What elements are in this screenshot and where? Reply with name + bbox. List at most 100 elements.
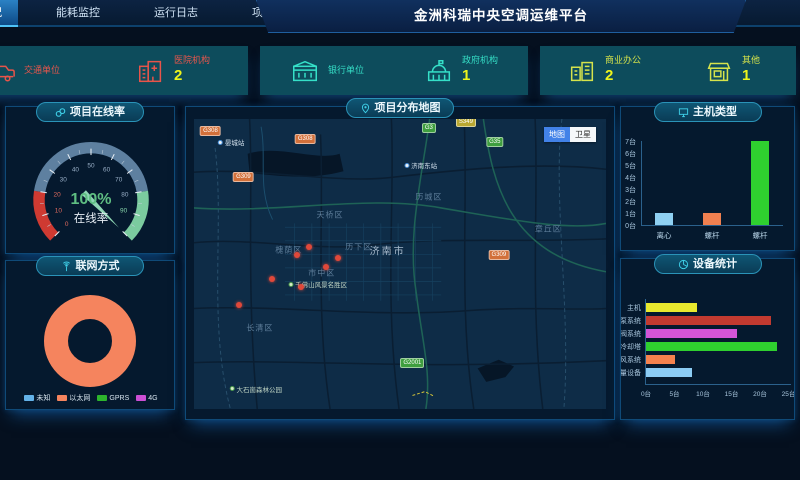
project-marker[interactable] (294, 252, 300, 258)
legend-item[interactable]: GPRS (97, 393, 129, 403)
district-label: 章丘区 (535, 224, 562, 235)
stat-value: 2 (605, 67, 641, 86)
legend-label: 未知 (36, 393, 50, 403)
stat-label: 银行单位 (328, 65, 364, 76)
x-tick-label: 5台 (667, 388, 683, 398)
satellite-button[interactable]: 卫星 (570, 127, 596, 142)
x-tick-label: 20台 (752, 388, 768, 398)
legend-swatch (57, 395, 67, 401)
x-axis (641, 225, 783, 226)
map-canvas[interactable]: 历城区天桥区槐荫区历下区市中区长清区章丘区济南市晏城站济南东站千佛山风景名胜区大… (194, 119, 606, 409)
district-label: 天桥区 (316, 209, 343, 220)
road-badge: G35 (486, 137, 503, 147)
svg-text:70: 70 (115, 177, 123, 184)
project-marker[interactable] (269, 276, 275, 282)
row-label: 风系统 (621, 355, 643, 364)
stat-label: 交通单位 (24, 65, 60, 76)
stat-card-0: 交通单位 医院机构2 (0, 46, 248, 95)
panel-title: 主机类型 (693, 103, 737, 122)
poi-label: 大石崮森林公园 (230, 384, 283, 394)
x-tick-label: 15台 (724, 388, 740, 398)
host-type-chart: 0台1台2台3台4台5台6台7台离心螺杆螺杆 (621, 107, 794, 250)
bank-icon (290, 57, 320, 85)
svg-text:50: 50 (87, 163, 95, 170)
nav-tab-2[interactable]: 运行日志 (138, 0, 214, 27)
legend-swatch (136, 395, 146, 401)
panel-network-header: 联网方式 (36, 256, 144, 276)
bar (646, 316, 771, 325)
project-marker[interactable] (298, 284, 304, 290)
bar (646, 329, 737, 338)
stat-card-2: 商业办公2 其他1 (540, 46, 796, 95)
y-tick-label: 7台 (621, 137, 638, 146)
road-badge: G3 (422, 123, 436, 133)
stat-value: 1 (462, 67, 498, 86)
x-axis (645, 384, 791, 385)
stat-text: 交通单位 (24, 65, 60, 76)
bar (646, 355, 675, 364)
legend-swatch (97, 395, 107, 401)
stat-item: 政府机构1 (394, 46, 528, 95)
road-badge: G308 (200, 126, 221, 136)
stat-item: 医院机构2 (98, 46, 248, 95)
road-badge: S349 (456, 119, 476, 127)
y-tick-label: 6台 (621, 149, 638, 158)
stat-label: 政府机构 (462, 55, 498, 66)
stat-value: 1 (742, 67, 760, 86)
map-button[interactable]: 地图 (544, 127, 570, 142)
map-overlay: 历城区天桥区槐荫区历下区市中区长清区章丘区济南市晏城站济南东站千佛山风景名胜区大… (194, 119, 606, 409)
poi-dot-icon (230, 386, 235, 391)
legend-item[interactable]: 未知 (24, 393, 50, 403)
antenna-icon (61, 261, 72, 272)
panel-project-map: 项目分布地图 (185, 106, 615, 420)
bar (646, 368, 692, 377)
government-icon (424, 57, 454, 85)
shop-icon (704, 57, 734, 85)
bar (646, 303, 697, 312)
page-title: 金洲科瑞中央空调运维平台 (414, 8, 588, 23)
nav-tab-1[interactable]: 能耗监控 (40, 0, 116, 27)
panel-device-header: 设备统计 (654, 254, 762, 274)
page-title-bar: 金洲科瑞中央空调运维平台 (256, 0, 746, 33)
bar (703, 213, 721, 225)
location-icon (360, 103, 371, 114)
stat-item: 交通单位 (0, 46, 98, 95)
x-category-label: 离心 (644, 230, 684, 241)
y-axis (641, 141, 642, 226)
panel-title: 项目分布地图 (375, 99, 441, 118)
svg-text:60: 60 (103, 166, 111, 173)
pie-icon (678, 259, 689, 270)
stat-label: 其他 (742, 55, 760, 66)
y-tick-label: 2台 (621, 197, 638, 206)
project-marker[interactable] (323, 264, 329, 270)
stat-text: 其他1 (742, 55, 760, 86)
project-marker[interactable] (335, 255, 341, 261)
hospital-icon (136, 57, 166, 85)
legend-swatch (24, 395, 34, 401)
legend-item[interactable]: 以太网 (57, 393, 90, 403)
station-label: 晏城站 (218, 137, 245, 147)
project-marker[interactable] (236, 302, 242, 308)
y-tick-label: 0台 (621, 221, 638, 230)
panel-online-rate-header: 项目在线率 (36, 102, 144, 122)
row-label: 冷却塔 (621, 342, 643, 351)
stat-item: 其他1 (668, 46, 796, 95)
station-label: 济南东站 (404, 160, 437, 170)
row-label: 阀系统 (621, 329, 643, 338)
stat-label: 商业办公 (605, 55, 641, 66)
x-category-label: 螺杆 (740, 230, 780, 241)
district-label: 历城区 (415, 192, 442, 203)
project-marker[interactable] (306, 244, 312, 250)
nav-tab-0[interactable]: 概况 (0, 0, 18, 27)
map-type-toggle: 地图 卫星 (544, 127, 596, 142)
network-legend: 未知以太网 GPRS 4G (6, 393, 176, 403)
row-label: 泵系统 (621, 316, 643, 325)
road-badge: G309 (233, 172, 254, 182)
road-badge: G308 (295, 134, 316, 144)
legend-item[interactable]: 4G (136, 393, 157, 403)
panel-title: 设备统计 (693, 255, 737, 274)
stat-label: 医院机构 (174, 55, 210, 66)
station-dot-icon (404, 163, 409, 168)
network-donut-chart (44, 295, 136, 387)
panel-map-header: 项目分布地图 (346, 98, 454, 118)
